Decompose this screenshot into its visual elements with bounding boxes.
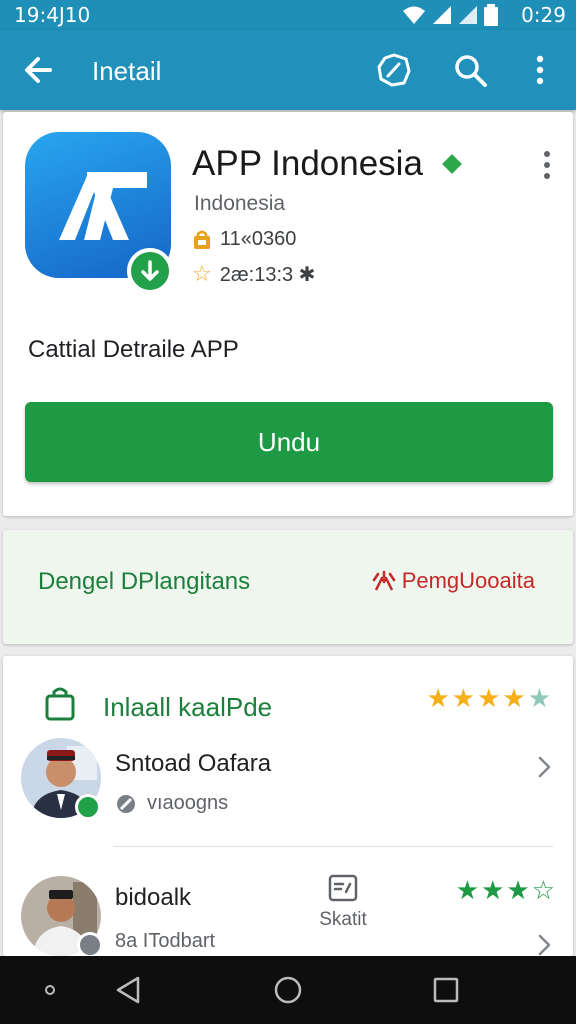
review-stat-label: Skatit bbox=[319, 909, 367, 930]
promo-card[interactable]: Dengel DPlangitans PemgUooaita bbox=[3, 530, 573, 644]
reviews-title: Inlaall kaalPde bbox=[103, 692, 273, 722]
install-button[interactable]: Undu bbox=[25, 402, 553, 482]
review-rating-stars: ★ ★ ★ ☆ bbox=[456, 878, 555, 904]
star-outline-icon: ☆ bbox=[192, 261, 212, 287]
document-icon bbox=[328, 874, 358, 902]
more-vert-icon[interactable] bbox=[520, 50, 560, 90]
signal-icon bbox=[433, 6, 451, 24]
block-icon bbox=[117, 794, 135, 813]
promo-left-text[interactable]: Dengel DPlangitans bbox=[38, 568, 250, 596]
app-publisher: Indonesia bbox=[194, 192, 286, 215]
star-icon: ★ bbox=[477, 684, 501, 714]
downloads-row: 11«0360 bbox=[192, 228, 296, 251]
star-icon: ★ bbox=[426, 684, 450, 714]
bag-icon bbox=[194, 230, 210, 249]
reviews-rating-stars: ★ ★ ★ ★ ★ bbox=[426, 686, 551, 712]
battery-icon bbox=[484, 4, 498, 26]
shopping-bag-icon bbox=[45, 687, 75, 721]
star-icon: ★ bbox=[455, 876, 480, 906]
signal-icon-2 bbox=[459, 6, 477, 24]
star-icon: ★ bbox=[481, 876, 505, 906]
hands-icon bbox=[372, 570, 395, 591]
home-icon[interactable] bbox=[268, 970, 308, 1010]
app-more-icon[interactable] bbox=[535, 148, 559, 182]
back-icon[interactable] bbox=[108, 970, 148, 1010]
divider bbox=[113, 846, 553, 847]
review-item[interactable]: bidoalk 8a ITodbart Skatit ★ ★ ★ ☆ bbox=[3, 868, 573, 958]
star-icon: ★ bbox=[451, 684, 476, 714]
app-title: APP Indonesia bbox=[192, 144, 423, 183]
rating-row: ☆ 2æ:13:3 ✱ bbox=[192, 262, 315, 287]
chevron-right-icon[interactable] bbox=[535, 754, 553, 780]
star-icon: ★ bbox=[527, 684, 551, 714]
wifi-icon bbox=[403, 6, 425, 24]
star-outline-icon: ☆ bbox=[531, 876, 555, 906]
back-arrow-icon[interactable] bbox=[20, 52, 60, 88]
app-description: Cattial Detraile APP bbox=[28, 336, 239, 363]
review-meta-text: 8a ITodbart bbox=[115, 930, 216, 952]
download-badge-icon bbox=[75, 794, 101, 820]
status-icons bbox=[402, 4, 498, 26]
review-meta: vıaoogns bbox=[115, 792, 228, 815]
dot-icon bbox=[45, 985, 55, 995]
review-author: Sntoad Oafara bbox=[115, 750, 272, 777]
recents-icon[interactable] bbox=[426, 970, 466, 1010]
download-badge-icon bbox=[127, 248, 173, 294]
status-time: 19:4J10 bbox=[14, 3, 91, 27]
downloads-count: 11«0360 bbox=[220, 228, 297, 250]
promo-right-text: PemgUooaita bbox=[401, 568, 535, 593]
compass-icon[interactable] bbox=[374, 50, 414, 90]
chevron-right-icon[interactable] bbox=[535, 932, 553, 958]
reviews-card: Inlaall kaalPde ★ ★ ★ ★ ★ Sntoad Oafara bbox=[3, 656, 573, 958]
navigation-bar bbox=[0, 956, 576, 1024]
verified-diamond-icon bbox=[442, 154, 462, 174]
review-author: bidoalk bbox=[115, 884, 192, 911]
star-icon: ★ bbox=[506, 876, 530, 906]
review-meta-text: vıaoogns bbox=[147, 792, 229, 814]
install-button-label: Undu bbox=[257, 426, 321, 457]
app-bar: Inetail bbox=[0, 30, 576, 110]
promo-right-link[interactable]: PemgUooaita bbox=[372, 568, 535, 594]
rating-value: 2æ:13:3 ✱ bbox=[219, 264, 316, 286]
review-item[interactable]: Sntoad Oafara vıaoogns bbox=[3, 738, 573, 834]
app-bar-title: Inetail bbox=[92, 56, 162, 86]
review-stat: Skatit bbox=[313, 874, 373, 931]
app-detail-card: APP Indonesia Indonesia 11«0360 ☆ 2æ:13:… bbox=[3, 112, 573, 516]
status-badge-icon bbox=[77, 932, 103, 958]
status-clock: 0:29 bbox=[521, 3, 566, 27]
status-bar: 19:4J10 0:29 bbox=[0, 0, 576, 30]
search-icon[interactable] bbox=[450, 50, 490, 90]
star-icon: ★ bbox=[502, 684, 526, 714]
